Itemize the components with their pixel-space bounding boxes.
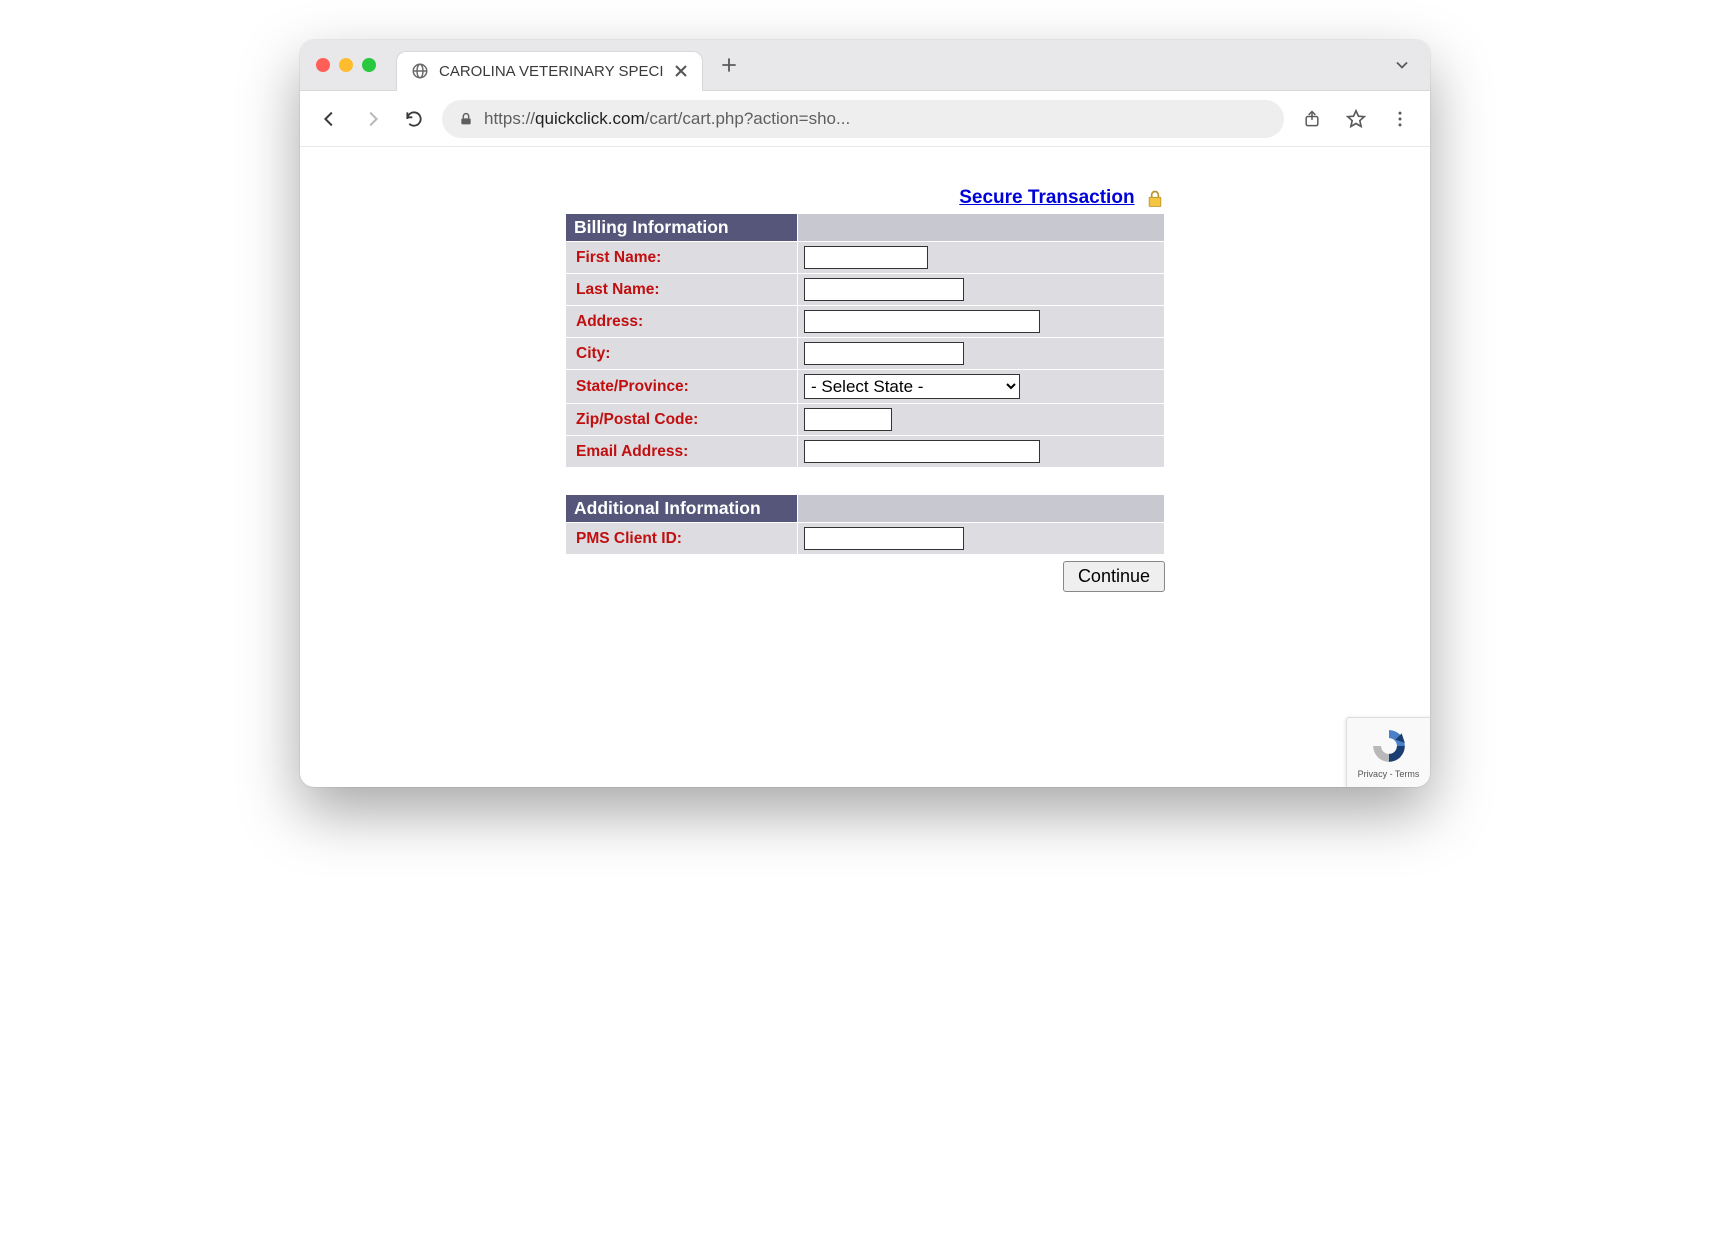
recaptcha-icon: [1370, 727, 1408, 765]
first-name-label: First Name:: [566, 242, 798, 274]
billing-header: Billing Information: [566, 214, 798, 242]
page-content: Secure Transaction Billing Information F…: [300, 147, 1430, 787]
tab-title: CAROLINA VETERINARY SPECI: [439, 63, 664, 80]
secure-transaction-link[interactable]: Secure Transaction: [959, 187, 1134, 208]
titlebar: CAROLINA VETERINARY SPECI: [300, 40, 1430, 91]
share-button[interactable]: [1298, 105, 1326, 133]
padlock-icon: [1145, 189, 1165, 209]
bookmark-button[interactable]: [1342, 105, 1370, 133]
secure-transaction-row: Secure Transaction: [565, 187, 1165, 209]
zip-input[interactable]: [804, 408, 892, 431]
browser-tab[interactable]: CAROLINA VETERINARY SPECI: [396, 51, 703, 91]
toolbar: https://quickclick.com/cart/cart.php?act…: [300, 91, 1430, 147]
last-name-input[interactable]: [804, 278, 964, 301]
url-text: https://quickclick.com/cart/cart.php?act…: [484, 109, 1268, 129]
recaptcha-badge[interactable]: Privacy - Terms: [1346, 717, 1430, 787]
menu-button[interactable]: [1386, 105, 1414, 133]
additional-header: Additional Information: [566, 495, 798, 523]
minimize-window-button[interactable]: [339, 58, 353, 72]
maximize-window-button[interactable]: [362, 58, 376, 72]
billing-table: Billing Information First Name: Last Nam…: [565, 213, 1165, 468]
pms-label: PMS Client ID:: [566, 523, 798, 555]
zip-label: Zip/Postal Code:: [566, 404, 798, 436]
first-name-input[interactable]: [804, 246, 928, 269]
address-input[interactable]: [804, 310, 1040, 333]
email-label: Email Address:: [566, 436, 798, 468]
state-select[interactable]: - Select State -: [804, 374, 1020, 399]
address-bar[interactable]: https://quickclick.com/cart/cart.php?act…: [442, 100, 1284, 138]
city-input[interactable]: [804, 342, 964, 365]
last-name-label: Last Name:: [566, 274, 798, 306]
address-label: Address:: [566, 306, 798, 338]
additional-table: Additional Information PMS Client ID:: [565, 494, 1165, 555]
forward-button[interactable]: [358, 105, 386, 133]
browser-window: CAROLINA VETERINARY SPECI https://quickc…: [300, 40, 1430, 787]
close-tab-icon[interactable]: [674, 64, 688, 78]
email-input[interactable]: [804, 440, 1040, 463]
continue-button[interactable]: Continue: [1063, 561, 1165, 592]
recaptcha-links: Privacy - Terms: [1358, 769, 1420, 779]
tabs-overflow-button[interactable]: [1392, 55, 1412, 75]
close-window-button[interactable]: [316, 58, 330, 72]
state-label: State/Province:: [566, 370, 798, 404]
back-button[interactable]: [316, 105, 344, 133]
globe-icon: [411, 62, 429, 80]
city-label: City:: [566, 338, 798, 370]
new-tab-button[interactable]: [715, 51, 743, 79]
pms-client-id-input[interactable]: [804, 527, 964, 550]
window-controls: [316, 58, 376, 72]
lock-icon: [458, 111, 474, 127]
reload-button[interactable]: [400, 105, 428, 133]
